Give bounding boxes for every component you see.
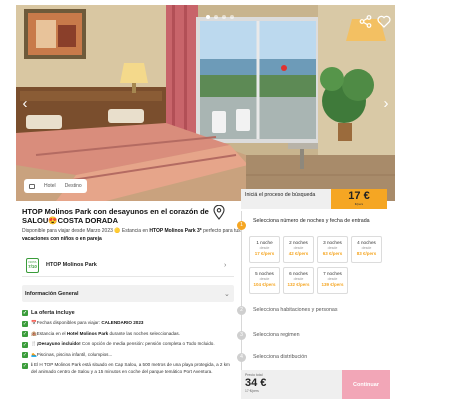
chevron-right-icon: › (224, 261, 227, 269)
check-icon: ✓ (22, 362, 28, 369)
chevron-down-icon: ⌄ (224, 290, 230, 298)
night-option[interactable]: 6 noches desde 132 €/pers (283, 267, 314, 294)
offer-item-text: 🍴¡Desayuno incluido! Con opción de media… (31, 341, 215, 346)
gallery-dot[interactable] (214, 15, 218, 19)
step-number: 2 (237, 306, 246, 315)
step-label-nights[interactable]: Selecciona número de noches y fecha de e… (253, 218, 383, 225)
favorite-button[interactable] (375, 13, 392, 30)
check-icon: ✓ (22, 320, 28, 327)
gallery-dot[interactable] (206, 15, 210, 19)
night-option[interactable]: 4 noches desde 83 €/pers (351, 236, 382, 263)
offer-item-text: 🏨Estancia en el Hotel Molinos Park duran… (31, 330, 180, 336)
hotel-card[interactable]: NOTA 7/10 HTOP Molinos Park › (22, 254, 234, 277)
step-label-rooms[interactable]: Selecciona habitaciones y personas (253, 307, 383, 314)
hotel-room-photo (16, 5, 395, 201)
offer-includes-header: ✓ La oferta incluye (22, 308, 234, 317)
price-value: 17 € (348, 190, 370, 202)
gallery-dot[interactable] (222, 15, 226, 19)
offer-item: ✓ ℹ El H TOP Molinos Park está situado e… (22, 362, 234, 375)
offer-item-text: 📅Fechas disponibles para viajar: CALENDA… (31, 320, 144, 325)
check-icon: ✓ (22, 331, 28, 337)
offer-item: ✓ 🏨Estancia en el Hotel Molinos Park dur… (22, 330, 234, 337)
tag-hotel[interactable]: Hotel (44, 183, 56, 189)
step-label-distribution[interactable]: Selecciona distribución (253, 354, 383, 361)
booking-start-price: 17 € €/pers (331, 189, 387, 209)
total-per-person: 17 €/pers (245, 389, 259, 393)
rating-badge: NOTA 7/10 (26, 257, 39, 273)
offer-subtitle: Disponible para viajar desde Marzo 2023 … (22, 227, 252, 243)
night-option[interactable]: 2 noches desde 42 €/pers (283, 236, 314, 263)
step-number: 1 (237, 221, 246, 230)
night-option[interactable]: 5 noches desde 104 €/pers (249, 267, 280, 294)
check-icon: ✓ (22, 341, 28, 348)
rating-value: 7/10 (28, 263, 37, 269)
offer-item-text: ℹ El H TOP Molinos Park está situado en … (31, 362, 230, 374)
gallery-icon (29, 183, 35, 189)
gallery-dots (206, 15, 234, 19)
booking-footer: Precio total 34 € 17 €/pers Continuar (241, 370, 390, 399)
night-option[interactable]: 1 noche desde 17 €/pers (249, 236, 280, 263)
check-icon: ✓ (22, 352, 28, 358)
subtitle-text: Disponible para viajar desde Marzo 2023 … (22, 228, 150, 234)
check-icon: ✓ (22, 309, 28, 316)
nights-grid: 1 noche desde 17 €/pers 2 noches desde 42 €/… (249, 236, 383, 294)
offer-includes: ✓ La oferta incluye ✓ 📅Fechas disponible… (22, 308, 234, 379)
photo-category-tags: Hotel Destino (24, 179, 87, 193)
hotel-photo-gallery[interactable]: ‹ › Hotel Destino (16, 5, 395, 201)
step-number: 4 (237, 353, 246, 362)
tag-destination[interactable]: Destino (65, 183, 82, 189)
offer-item: ✓ 🍴¡Desayuno incluido! Con opción de med… (22, 341, 234, 348)
subtitle-hotel: HTOP Molinos Park 3* (149, 228, 202, 234)
offer-includes-title: La oferta incluye (31, 309, 75, 316)
total-price: Precio total 34 € 17 €/pers (241, 370, 342, 399)
offer-title: HTOP Molinos Park con desayunos en el co… (22, 207, 209, 225)
step-number: 3 (237, 331, 246, 340)
hotel-name: HTOP Molinos Park (46, 262, 97, 268)
share-icon (359, 15, 372, 28)
general-info-accordion[interactable]: Información General ⌄ (22, 285, 234, 302)
night-option[interactable]: 7 noches desde 139 €/pers (317, 267, 348, 294)
continue-button[interactable]: Continuar (342, 370, 390, 399)
subtitle-text: perfecto para tus (201, 228, 241, 234)
subtitle-highlight: vacaciones con niños o en pareja (22, 236, 102, 242)
offer-item: ✓ 📅Fechas disponibles para viajar: CALEN… (22, 320, 234, 327)
price-unit: €/pers (354, 202, 364, 206)
booking-header: Iniciá el proceso de búsqueda 17 € €/per… (241, 189, 387, 209)
booking-steps: 1 Selecciona número de noches y fecha de… (237, 211, 387, 370)
map-pin-icon[interactable] (213, 205, 225, 220)
share-button[interactable] (357, 13, 374, 30)
total-value: 34 € (245, 377, 267, 389)
gallery-prev-button[interactable]: ‹ (18, 95, 32, 113)
booking-start-label: Iniciá el proceso de búsqueda (241, 189, 331, 209)
gallery-dot[interactable] (230, 15, 234, 19)
offer-item: ✓ 🏊Piscinas, piscina infantil, columpios… (22, 351, 234, 358)
gallery-next-button[interactable]: › (379, 95, 393, 113)
offer-item-text: 🏊Piscinas, piscina infantil, columpios..… (31, 351, 113, 357)
night-option[interactable]: 3 noches desde 63 €/pers (317, 236, 348, 263)
general-info-title: Información General (25, 290, 79, 297)
heart-icon (376, 15, 391, 28)
step-label-board[interactable]: Selecciona regimen (253, 332, 383, 339)
